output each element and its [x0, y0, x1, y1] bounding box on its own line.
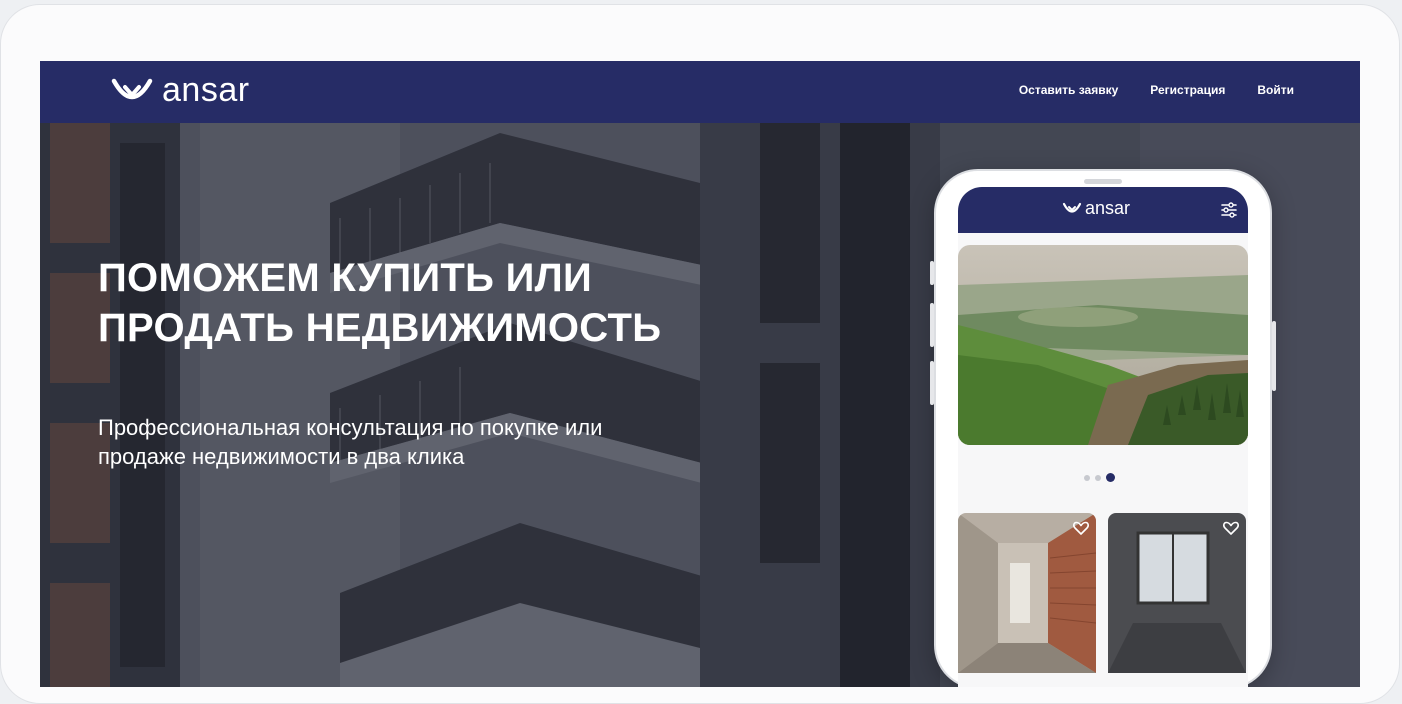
phone-side-button-left-3	[930, 361, 934, 405]
listing-card[interactable]	[958, 513, 1096, 673]
listing-photo-interior	[958, 513, 1096, 673]
app-header: ansar	[958, 187, 1248, 233]
landing-page: ansar Оставить заявку Регистрация Войти	[40, 61, 1360, 687]
carousel-dot-active[interactable]	[1106, 473, 1115, 482]
carousel-dot[interactable]	[1084, 474, 1090, 481]
carousel-dot[interactable]	[1095, 474, 1101, 481]
heart-icon[interactable]	[1222, 519, 1240, 537]
filter-icon[interactable]	[1220, 201, 1238, 219]
site-logo[interactable]: ansar	[108, 73, 250, 107]
carousel-slide-image[interactable]	[958, 245, 1248, 445]
heart-icon[interactable]	[1072, 519, 1090, 537]
hero-subtitle-line-1: Профессиональная консультация по покупке…	[98, 415, 603, 440]
phone-screen: ansar	[958, 187, 1248, 687]
hero-subtitle: Профессиональная консультация по покупке…	[98, 413, 798, 471]
logo-text: ansar	[162, 71, 250, 109]
hero-subtitle-line-2: продаже недвижимости в два клика	[98, 444, 465, 469]
listing-card[interactable]	[1108, 513, 1246, 673]
nav-register[interactable]: Регистрация	[1150, 83, 1225, 97]
phone-side-button-left-1	[930, 261, 934, 285]
phone-speaker	[1084, 179, 1122, 184]
browser-frame: ansar Оставить заявку Регистрация Войти	[0, 4, 1400, 704]
phone-side-button-right	[1272, 321, 1276, 391]
hero-title-line-1: ПОМОЖЕМ КУПИТЬ ИЛИ	[98, 256, 593, 300]
smile-logo-icon	[111, 78, 153, 100]
carousel-dots	[1084, 473, 1115, 482]
app-logo-text: ansar	[1085, 198, 1131, 218]
hero-title: ПОМОЖЕМ КУПИТЬ ИЛИ ПРОДАТЬ НЕДВИЖИМОСТЬ	[98, 253, 818, 353]
nav-leave-request[interactable]: Оставить заявку	[1019, 83, 1118, 97]
main-nav: Оставить заявку Регистрация Войти	[1019, 83, 1294, 97]
top-navigation-bar: ansar Оставить заявку Регистрация Войти	[40, 61, 1360, 123]
phone-side-button-left-2	[930, 303, 934, 347]
listing-photo-interior	[1108, 513, 1246, 673]
hero-title-line-2: ПРОДАТЬ НЕДВИЖИМОСТЬ	[98, 306, 662, 350]
nav-login[interactable]: Войти	[1257, 83, 1294, 97]
app-logo[interactable]: ansar	[1062, 199, 1130, 217]
phone-mockup: ansar	[930, 169, 1276, 687]
smile-logo-icon	[1062, 202, 1082, 213]
